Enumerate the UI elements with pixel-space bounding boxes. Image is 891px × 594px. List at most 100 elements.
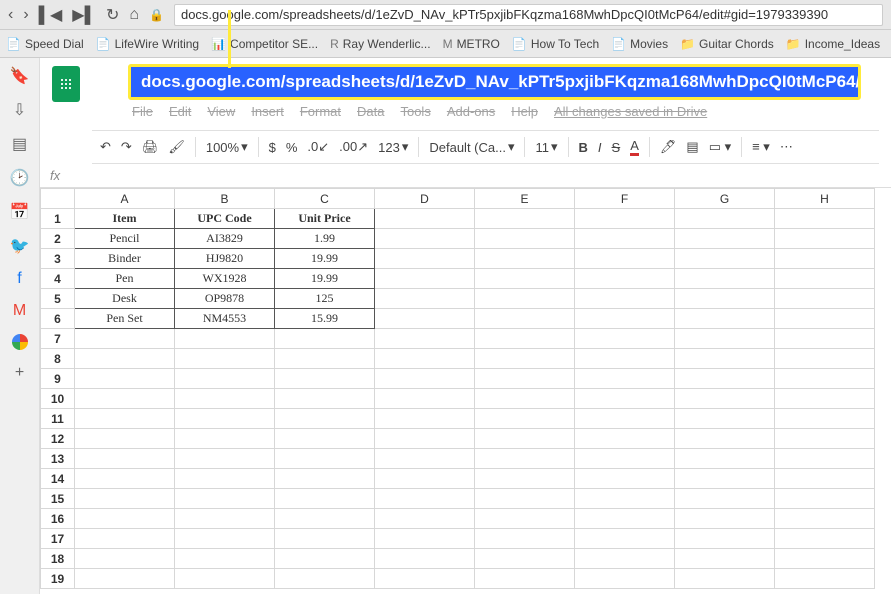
fill-color-button[interactable]: 🖊 [660, 139, 677, 155]
percent-button[interactable]: % [286, 140, 298, 155]
cell[interactable] [475, 509, 575, 529]
cell[interactable] [275, 429, 375, 449]
cell[interactable] [275, 509, 375, 529]
cell[interactable] [775, 469, 875, 489]
currency-button[interactable]: $ [269, 140, 276, 155]
merge-button[interactable]: ▭ ▾ [709, 139, 731, 155]
back-icon[interactable]: ‹ [8, 6, 13, 24]
cell[interactable]: Binder [75, 249, 175, 269]
column-header[interactable]: B [175, 189, 275, 209]
cell[interactable]: Pencil [75, 229, 175, 249]
forward-icon[interactable]: › [23, 6, 28, 24]
cell[interactable]: Desk [75, 289, 175, 309]
cell[interactable] [75, 349, 175, 369]
menu-item[interactable]: Format [300, 104, 341, 124]
cell[interactable] [175, 369, 275, 389]
cell[interactable] [375, 329, 475, 349]
cell[interactable] [775, 349, 875, 369]
menu-item[interactable]: Edit [169, 104, 191, 124]
row-header[interactable]: 16 [41, 509, 75, 529]
cell[interactable] [75, 529, 175, 549]
bookmark-item[interactable]: 📄How To Tech [512, 37, 599, 51]
align-button[interactable]: ≡ ▾ [752, 139, 770, 155]
cell[interactable]: 1.99 [275, 229, 375, 249]
cell[interactable]: 15.99 [275, 309, 375, 329]
cell[interactable] [675, 469, 775, 489]
cell[interactable] [275, 349, 375, 369]
cell[interactable]: Pen [75, 269, 175, 289]
redo-button[interactable]: ↷ [121, 139, 132, 155]
cell[interactable] [175, 389, 275, 409]
cell[interactable] [675, 429, 775, 449]
cell[interactable] [75, 549, 175, 569]
cell[interactable] [575, 329, 675, 349]
row-header[interactable]: 4 [41, 269, 75, 289]
cell[interactable] [275, 449, 375, 469]
row-header[interactable]: 12 [41, 429, 75, 449]
cell[interactable] [575, 469, 675, 489]
gmail-icon[interactable]: M [13, 302, 26, 320]
twitter-icon[interactable]: 🐦 [10, 236, 30, 256]
cell[interactable] [375, 249, 475, 269]
cell[interactable] [575, 289, 675, 309]
cell[interactable] [375, 209, 475, 229]
row-header[interactable]: 8 [41, 349, 75, 369]
cell[interactable] [775, 489, 875, 509]
row-header[interactable]: 14 [41, 469, 75, 489]
cell[interactable]: AI3829 [175, 229, 275, 249]
cell[interactable] [375, 389, 475, 409]
bookmark-item[interactable]: 📄LifeWire Writing [96, 37, 199, 51]
bold-button[interactable]: B [579, 140, 588, 155]
bookmark-item[interactable]: 📄Speed Dial [6, 37, 84, 51]
row-header[interactable]: 17 [41, 529, 75, 549]
cell[interactable] [675, 409, 775, 429]
italic-button[interactable]: I [598, 140, 602, 155]
cell[interactable] [775, 509, 875, 529]
menu-item[interactable]: Insert [251, 104, 284, 124]
bookmark-item[interactable]: 📁Income_Ideas [786, 37, 880, 51]
cell[interactable] [75, 429, 175, 449]
cell[interactable] [75, 449, 175, 469]
menu-item[interactable]: Add-ons [447, 104, 495, 124]
font-dropdown[interactable]: Default (Ca... ▾ [429, 139, 514, 155]
row-header[interactable]: 2 [41, 229, 75, 249]
cell[interactable] [75, 509, 175, 529]
cell[interactable] [775, 229, 875, 249]
cell[interactable] [375, 229, 475, 249]
undo-button[interactable]: ↶ [100, 139, 111, 155]
cell[interactable] [375, 309, 475, 329]
row-header[interactable]: 18 [41, 549, 75, 569]
sheets-logo-icon[interactable] [52, 66, 80, 102]
borders-button[interactable]: ▤ [686, 139, 698, 155]
menu-item[interactable]: Data [357, 104, 384, 124]
cell[interactable]: NM4553 [175, 309, 275, 329]
cell[interactable] [775, 409, 875, 429]
cell[interactable] [175, 489, 275, 509]
add-icon[interactable]: + [15, 364, 24, 382]
cell[interactable] [775, 309, 875, 329]
paint-format-button[interactable]: 🖌 [168, 139, 185, 155]
cell[interactable] [475, 409, 575, 429]
cell[interactable] [575, 509, 675, 529]
cell[interactable] [75, 469, 175, 489]
home-icon[interactable]: ⌂ [129, 6, 139, 24]
cell[interactable] [675, 249, 775, 269]
cell[interactable] [275, 549, 375, 569]
cell[interactable] [175, 409, 275, 429]
cell[interactable] [375, 569, 475, 589]
cell[interactable] [575, 229, 675, 249]
cell[interactable]: Unit Price [275, 209, 375, 229]
rewind-icon[interactable]: ▌◀ [39, 5, 63, 25]
cell[interactable] [275, 569, 375, 589]
cell[interactable] [675, 569, 775, 589]
row-header[interactable]: 7 [41, 329, 75, 349]
cell[interactable] [775, 389, 875, 409]
download-icon[interactable]: ⇩ [13, 100, 26, 120]
row-header[interactable]: 3 [41, 249, 75, 269]
cell[interactable] [375, 509, 475, 529]
cell[interactable] [475, 469, 575, 489]
cell[interactable] [675, 209, 775, 229]
row-header[interactable]: 13 [41, 449, 75, 469]
cell[interactable] [775, 449, 875, 469]
more-button[interactable]: ⋯ [780, 139, 793, 155]
